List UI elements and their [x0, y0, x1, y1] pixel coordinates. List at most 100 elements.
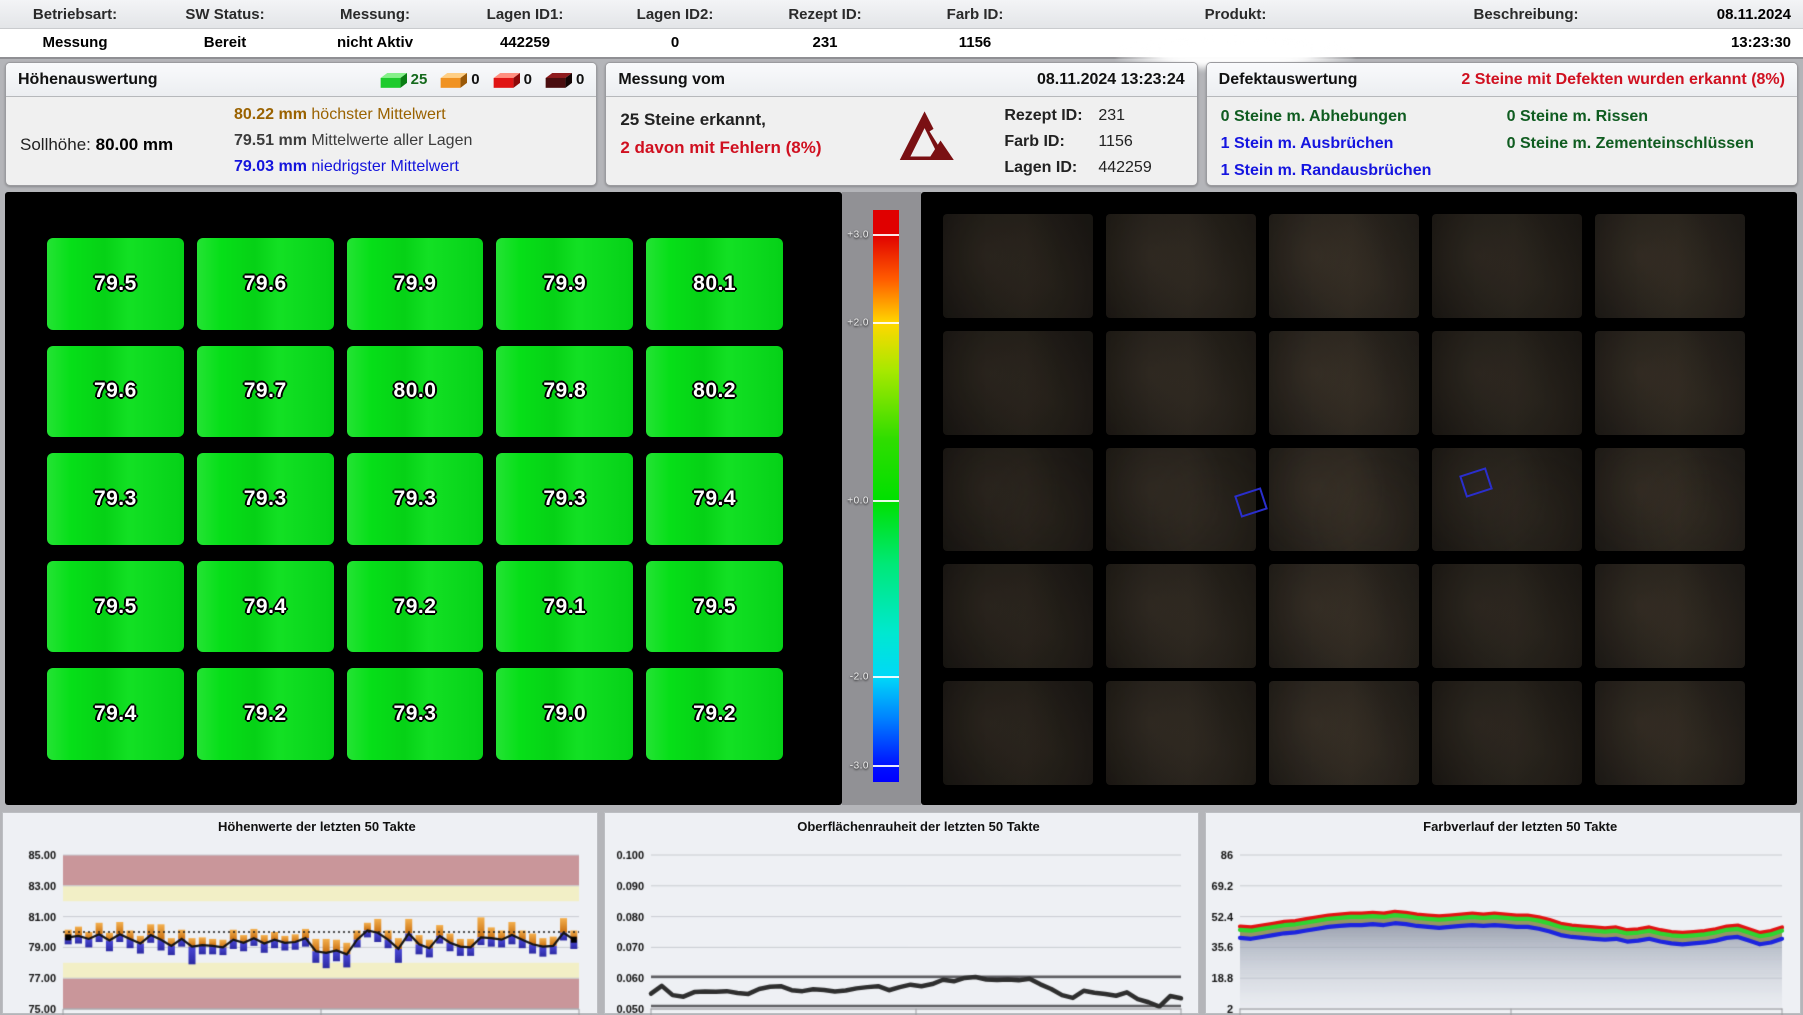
- stone-cell: 80.2: [646, 346, 783, 438]
- field-label-8: Beschreibung:: [1421, 6, 1631, 23]
- stat-line: 80.22 mm höchster Mittelwert: [234, 102, 472, 128]
- camera-stone: [943, 214, 1093, 318]
- field-label-6: Farb ID:: [900, 6, 1050, 23]
- field-value-4: 0: [600, 34, 750, 51]
- stone-cell: 79.2: [646, 668, 783, 760]
- fehler-line: 2 davon mit Fehlern (8%): [620, 134, 821, 162]
- stone-height-value: 79.3: [94, 487, 137, 511]
- camera-stone: [1269, 681, 1419, 785]
- stone-cell: 79.9: [347, 238, 484, 330]
- status-bar-values: MessungBereitnicht Aktiv4422590231115613…: [0, 29, 1803, 56]
- stone-cell: 79.0: [496, 668, 633, 760]
- stone-grid: 79.579.679.979.980.179.679.780.079.880.2…: [47, 238, 783, 760]
- field-value-1: Bereit: [150, 34, 300, 51]
- field-label-1: SW Status:: [150, 6, 300, 23]
- camera-stone: [1106, 331, 1256, 435]
- stone-cell: 79.3: [496, 453, 633, 545]
- defect-list-left: 0 Steine m. Abhebungen1 Stein m. Ausbrüc…: [1221, 103, 1432, 184]
- stone-height-value: 79.1: [543, 595, 586, 619]
- camera-stone: [943, 564, 1093, 668]
- stone-height-value: 79.4: [244, 595, 287, 619]
- stone-height-value: 79.4: [693, 487, 736, 511]
- field-label-7: Produkt:: [1050, 6, 1421, 23]
- id-row: Farb ID:1156: [1004, 129, 1151, 155]
- farbverlauf-chart-title: Farbverlauf der letzten 50 Takte: [1206, 819, 1800, 834]
- stone-height-value: 80.1: [693, 272, 736, 296]
- brick-legend: 25 0 0 0: [379, 71, 585, 89]
- defect-count-line: 0 Steine m. Abhebungen: [1221, 103, 1432, 130]
- camera-stone: [1595, 681, 1745, 785]
- field-value-2: nicht Aktiv: [300, 34, 450, 51]
- stone-cell: 79.4: [197, 561, 334, 653]
- camera-stone: [1106, 564, 1256, 668]
- camera-stone: [1269, 214, 1419, 318]
- trend-charts: Höhenwerte der letzten 50 Takte Oberfläc…: [2, 812, 1801, 1014]
- stone-height-value: 79.2: [394, 595, 437, 619]
- defektauswertung-panel: Defektauswertung 2 Steine mit Defekten w…: [1206, 62, 1798, 186]
- scale-tick: [873, 765, 899, 767]
- camera-stone: [1432, 448, 1582, 552]
- camera-stone: [1432, 681, 1582, 785]
- camera-stone: [1269, 448, 1419, 552]
- field-value-3: 442259: [450, 34, 600, 51]
- scale-tick-label: +3.0: [847, 229, 869, 240]
- stone-cell: 79.2: [347, 561, 484, 653]
- camera-stone: [1432, 331, 1582, 435]
- inspection-dashboard: { "top_bar": { "columns": [ {"label":"Be…: [0, 0, 1803, 1014]
- messung-vom-title: Messung vom: [618, 71, 725, 89]
- camera-stone: [1595, 564, 1745, 668]
- stone-height-value: 79.5: [94, 272, 137, 296]
- legend-count: 0: [576, 71, 584, 88]
- field-value-5: 231: [750, 34, 900, 51]
- defect-count-line: 1 Stein m. Randausbrüchen: [1221, 157, 1432, 184]
- stone-height-value: 79.0: [543, 702, 586, 726]
- hoehenauswertung-title: Höhenauswertung: [18, 71, 158, 89]
- legend-count: 0: [471, 71, 479, 88]
- field-label-0: Betriebsart:: [0, 6, 150, 23]
- scale-tick-label: +0.0: [847, 495, 869, 506]
- rauheit-chart: [605, 813, 1199, 1015]
- stone-height-value: 79.2: [244, 702, 287, 726]
- stone-height-value: 79.3: [244, 487, 287, 511]
- defect-count-line: 0 Steine m. Rissen: [1507, 103, 1754, 130]
- field-value-6: 1156: [900, 34, 1050, 51]
- stone-cell: 79.9: [496, 238, 633, 330]
- field-label-3: Lagen ID1:: [450, 6, 600, 23]
- camera-stone: [943, 331, 1093, 435]
- field-label-2: Messung:: [300, 6, 450, 23]
- camera-view: [921, 192, 1797, 805]
- scale-tick-label: +2.0: [847, 318, 869, 329]
- stone-height-value: 79.9: [543, 272, 586, 296]
- field-value-0: Messung: [0, 34, 150, 51]
- legend-darkred-brick: 0: [544, 71, 584, 89]
- stone-height-value: 79.5: [94, 595, 137, 619]
- color-scale-bar: [873, 210, 899, 782]
- defect-alert: 2 Steine mit Defekten wurden erkannt (8%…: [1461, 71, 1785, 89]
- hoehenwerte-chart-panel: Höhenwerte der letzten 50 Takte: [2, 812, 598, 1014]
- color-scale: +3.0+2.0+0.0-2.0-3.0: [842, 192, 921, 805]
- scale-tick: [873, 322, 899, 324]
- stone-cell: 80.1: [646, 238, 783, 330]
- green-brick-icon: [379, 71, 407, 89]
- stone-height-value: 79.8: [543, 379, 586, 403]
- stone-height-value: 79.7: [244, 379, 287, 403]
- messung-timestamp: 08.11.2024 13:23:24: [1037, 71, 1185, 89]
- camera-stone: [1106, 448, 1256, 552]
- id-row: Lagen ID:442259: [1004, 155, 1151, 181]
- stat-line: 79.03 mm niedrigster Mittelwert: [234, 154, 472, 180]
- defektauswertung-title: Defektauswertung: [1219, 71, 1358, 89]
- stone-height-value: 79.3: [543, 487, 586, 511]
- info-panels: Höhenauswertung 25 0 0 0 Sollhöhe: 80.00…: [5, 62, 1798, 186]
- stone-height-value: 79.9: [394, 272, 437, 296]
- stone-cell: 79.3: [197, 453, 334, 545]
- stone-cell: 79.5: [646, 561, 783, 653]
- camera-stone: [1432, 564, 1582, 668]
- stone-height-value: 79.3: [394, 702, 437, 726]
- stone-cell: 79.3: [347, 668, 484, 760]
- stat-line: 79.51 mm Mittelwerte aller Lagen: [234, 128, 472, 154]
- stone-height-value: 80.0: [394, 379, 437, 403]
- camera-stone: [1595, 448, 1745, 552]
- stone-height-value: 80.2: [693, 379, 736, 403]
- scale-tick-label: -3.0: [850, 760, 869, 771]
- farbverlauf-chart-panel: Farbverlauf der letzten 50 Takte: [1205, 812, 1801, 1014]
